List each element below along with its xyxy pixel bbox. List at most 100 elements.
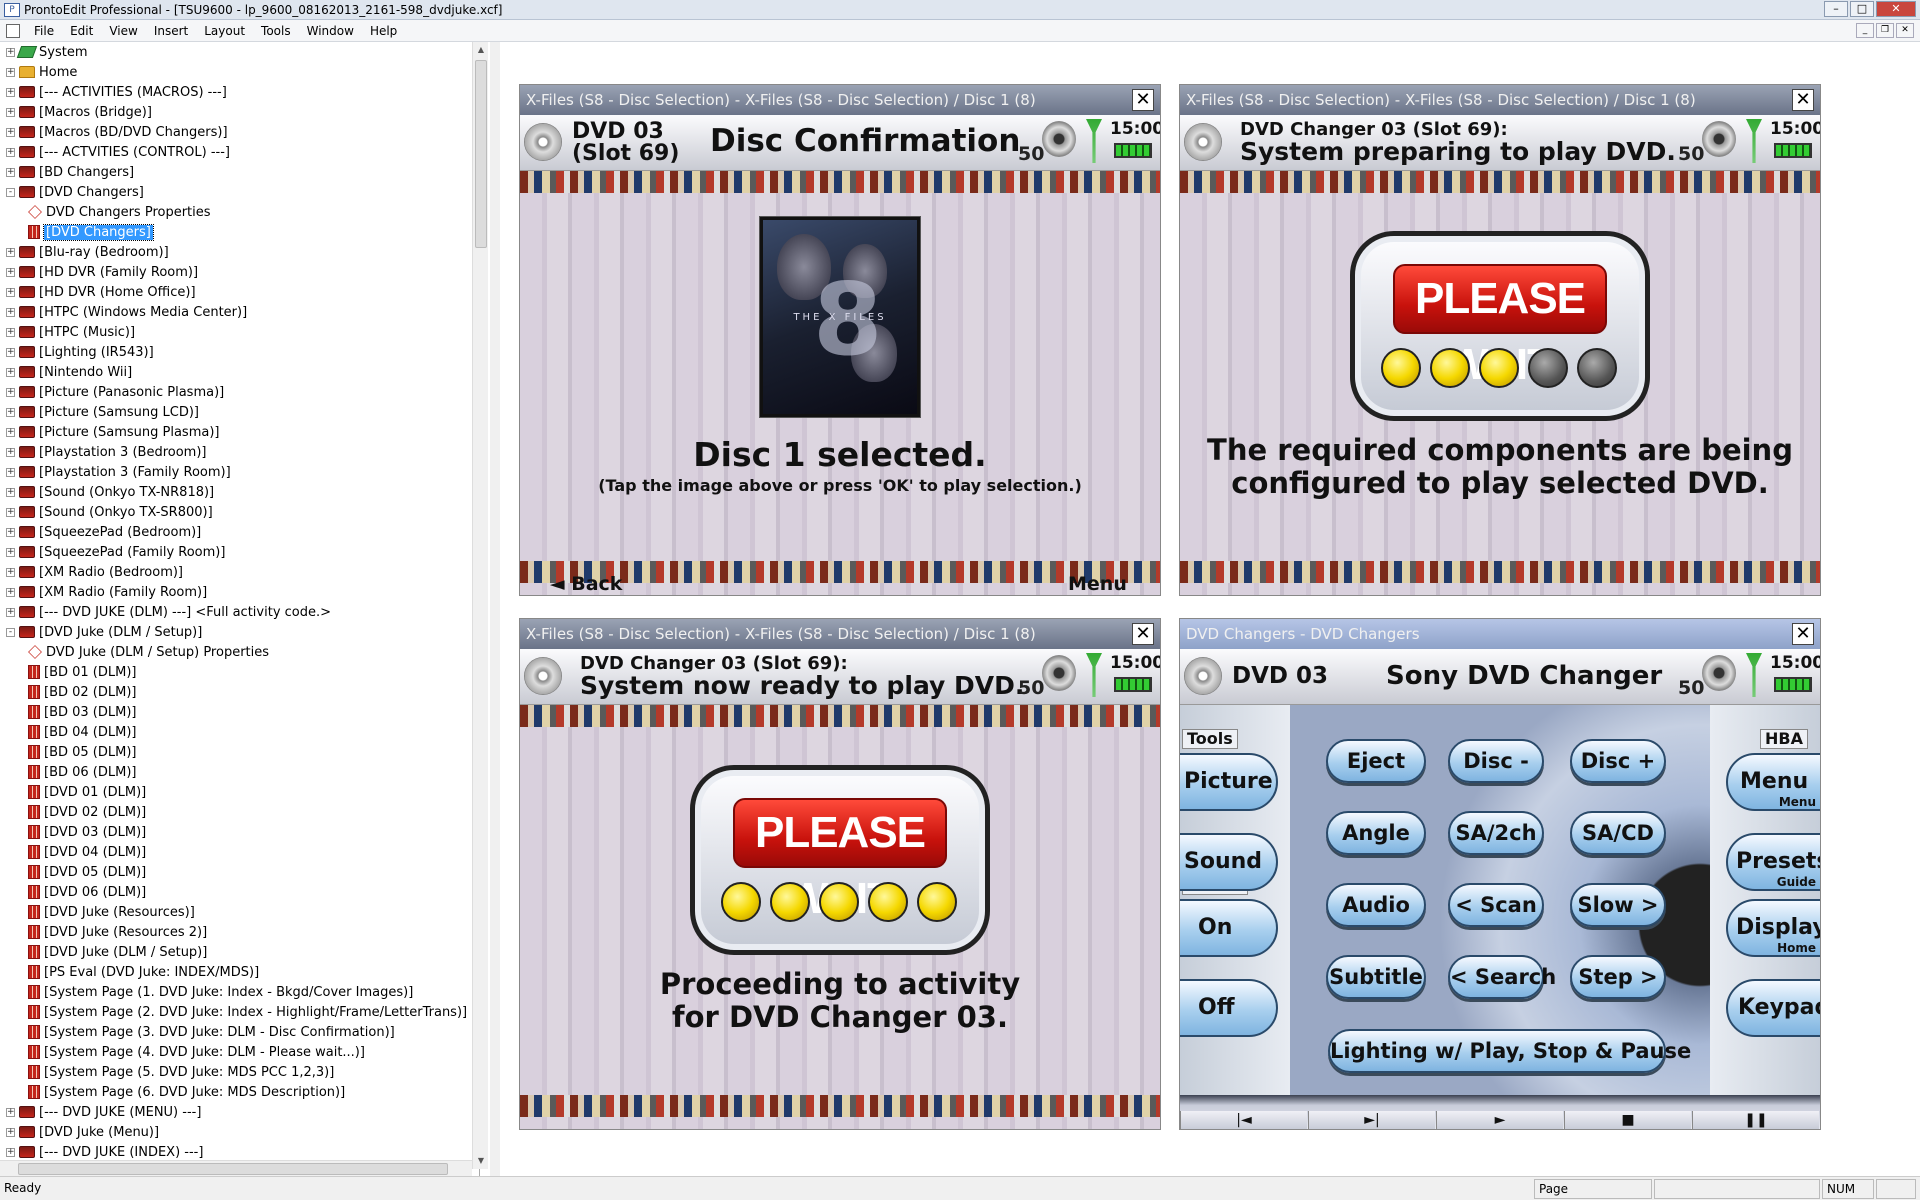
tree-item[interactable]: - [DVD Changers] <box>6 182 144 202</box>
expand-icon[interactable]: + <box>6 307 15 317</box>
tree-item[interactable]: [BD 03 (DLM)] <box>28 702 137 722</box>
tree-item[interactable]: + [Macros (Bridge)] <box>6 102 152 122</box>
tree-item[interactable]: + [DVD Juke (Menu)] <box>6 1122 159 1142</box>
expand-icon[interactable]: + <box>6 407 15 417</box>
tree-item[interactable]: [System Page (3. DVD Juke: DLM - Disc Co… <box>28 1022 395 1042</box>
tree-item[interactable]: - [DVD Juke (DLM / Setup)] <box>6 622 202 642</box>
tree-item[interactable]: + [XM Radio (Family Room)] <box>6 582 207 602</box>
tree-item[interactable]: + [Picture (Panasonic Plasma)] <box>6 382 224 402</box>
tree-item[interactable]: + [SqueezePad (Family Room)] <box>6 542 225 562</box>
tree-item[interactable]: + [Sound (Onkyo TX-NR818)] <box>6 482 214 502</box>
audio-button[interactable]: Audio <box>1326 883 1426 927</box>
tree-item[interactable]: + [Playstation 3 (Family Room)] <box>6 462 231 482</box>
maximize-icon[interactable]: □ <box>1850 1 1874 17</box>
tree-item[interactable]: + [HD DVR (Home Office)] <box>6 282 196 302</box>
tree-item[interactable]: [System Page (6. DVD Juke: MDS Descripti… <box>28 1082 345 1102</box>
page-window-dvd-changers[interactable]: DVD Changers - DVD Changers ✕ DVD 03 Son… <box>1179 618 1821 1130</box>
close-page-icon[interactable]: ✕ <box>1792 89 1814 111</box>
expand-icon[interactable]: + <box>6 367 15 377</box>
previous-icon[interactable]: |◄ <box>1180 1111 1307 1129</box>
hscroll-thumb[interactable] <box>18 1163 448 1175</box>
tree-item[interactable]: + [BD Changers] <box>6 162 134 182</box>
tree-item[interactable]: + [--- ACTIVITIES (MACROS) ---] <box>6 82 227 102</box>
next-icon[interactable]: ►| <box>1308 1111 1435 1129</box>
expand-icon[interactable]: + <box>6 587 15 597</box>
pause-icon[interactable]: ❚❚ <box>1692 1111 1819 1129</box>
expand-icon[interactable]: + <box>6 547 15 557</box>
angle-button[interactable]: Angle <box>1326 811 1426 855</box>
expand-icon[interactable]: + <box>6 1127 15 1137</box>
menu-help[interactable]: Help <box>362 24 405 38</box>
tree-item[interactable]: DVD Juke (DLM / Setup) Properties <box>28 642 269 662</box>
tree-item[interactable]: [BD 02 (DLM)] <box>28 682 137 702</box>
lighting-play-button[interactable]: Lighting w/ Play, Stop & Pause <box>1328 1029 1691 1073</box>
tree-item[interactable]: + [Lighting (IR543)] <box>6 342 154 362</box>
expand-icon[interactable]: + <box>6 607 15 617</box>
collapse-icon[interactable]: - <box>6 627 15 637</box>
tree-item[interactable]: [System Page (2. DVD Juke: Index - Highl… <box>28 1002 467 1022</box>
expand-icon[interactable]: + <box>6 1107 15 1117</box>
menu-side-button[interactable]: Menu Menu <box>1726 753 1820 811</box>
expand-icon[interactable]: + <box>6 247 15 257</box>
expand-icon[interactable]: + <box>6 447 15 457</box>
tree-item[interactable]: [PS Eval (DVD Juke: INDEX/MDS)] <box>28 962 259 982</box>
close-page-icon[interactable]: ✕ <box>1132 623 1154 645</box>
menu-file[interactable]: File <box>26 24 62 38</box>
tree-item[interactable]: [DVD Changers] <box>28 222 154 242</box>
menu-button[interactable]: Menu <box>1068 573 1127 595</box>
expand-icon[interactable]: + <box>6 67 15 77</box>
tree-item[interactable]: + [--- DVD JUKE (DLM) ---] <Full activity… <box>6 602 331 622</box>
close-icon[interactable]: ✕ <box>1876 1 1916 17</box>
tree-item[interactable]: + [Playstation 3 (Bedroom)] <box>6 442 206 462</box>
tree-item[interactable]: [BD 05 (DLM)] <box>28 742 137 762</box>
tree-item[interactable]: [DVD 04 (DLM)] <box>28 842 146 862</box>
expand-icon[interactable]: + <box>6 147 15 157</box>
menu-layout[interactable]: Layout <box>196 24 253 38</box>
search-back-button[interactable]: < Search <box>1448 955 1556 999</box>
expand-icon[interactable]: + <box>6 387 15 397</box>
subtitle-button[interactable]: Subtitle <box>1326 955 1426 999</box>
tree-item[interactable]: [System Page (1. DVD Juke: Index - Bkgd/… <box>28 982 413 1002</box>
tree-item[interactable]: + [Sound (Onkyo TX-SR800)] <box>6 502 213 522</box>
expand-icon[interactable]: + <box>6 47 15 57</box>
expand-icon[interactable]: + <box>6 467 15 477</box>
disc-minus-button[interactable]: Disc - <box>1448 739 1544 783</box>
tree-item[interactable]: [BD 04 (DLM)] <box>28 722 137 742</box>
expand-icon[interactable]: + <box>6 427 15 437</box>
step-forward-button[interactable]: Step > <box>1570 955 1666 999</box>
dvd-cover-image[interactable]: 8 THE X FILES <box>760 217 920 417</box>
tree-item[interactable]: + [XM Radio (Bedroom)] <box>6 562 183 582</box>
expand-icon[interactable]: + <box>6 327 15 337</box>
tree-item[interactable]: [BD 01 (DLM)] <box>28 662 137 682</box>
tree-item[interactable]: + [Picture (Samsung Plasma)] <box>6 422 219 442</box>
tree-item[interactable]: [DVD 05 (DLM)] <box>28 862 146 882</box>
page-window-caption[interactable]: X-Files (S8 - Disc Selection) - X-Files … <box>520 619 1160 649</box>
tree-item[interactable]: + [Nintendo Wii] <box>6 362 132 382</box>
presets-side-button[interactable]: Presets Guide <box>1726 833 1820 891</box>
tree-item[interactable]: [DVD Juke (Resources)] <box>28 902 195 922</box>
scroll-down-icon[interactable]: ▼ <box>473 1153 489 1169</box>
expand-icon[interactable]: + <box>6 347 15 357</box>
mdi-close-icon[interactable]: ✕ <box>1896 23 1914 38</box>
tree-item[interactable]: [System Page (5. DVD Juke: MDS PCC 1,2,3… <box>28 1062 334 1082</box>
close-page-icon[interactable]: ✕ <box>1132 89 1154 111</box>
tree-vertical-scrollbar[interactable]: ▲ ▼ <box>472 42 488 1169</box>
tree-item[interactable]: [DVD 01 (DLM)] <box>28 782 146 802</box>
expand-icon[interactable]: + <box>6 267 15 277</box>
keypad-side-button[interactable]: Keypad <box>1726 979 1820 1037</box>
back-button[interactable]: ◄ Back <box>550 573 622 595</box>
minimize-icon[interactable]: – <box>1824 1 1848 17</box>
page-window-caption[interactable]: X-Files (S8 - Disc Selection) - X-Files … <box>520 85 1160 115</box>
menu-edit[interactable]: Edit <box>62 24 101 38</box>
sa-cd-button[interactable]: SA/CD <box>1570 811 1666 855</box>
tree-item[interactable]: [DVD 06 (DLM)] <box>28 882 146 902</box>
tree-item[interactable]: + [HD DVR (Family Room)] <box>6 262 198 282</box>
tree-item[interactable]: DVD Changers Properties <box>28 202 211 222</box>
disc-plus-button[interactable]: Disc + <box>1570 739 1666 783</box>
expand-icon[interactable]: + <box>6 127 15 137</box>
expand-icon[interactable]: + <box>6 167 15 177</box>
power-on-button[interactable]: On <box>1180 899 1278 957</box>
close-page-icon[interactable]: ✕ <box>1792 623 1814 645</box>
tree-item[interactable]: [DVD Juke (Resources 2)] <box>28 922 207 942</box>
tree-item[interactable]: + [Picture (Samsung LCD)] <box>6 402 199 422</box>
